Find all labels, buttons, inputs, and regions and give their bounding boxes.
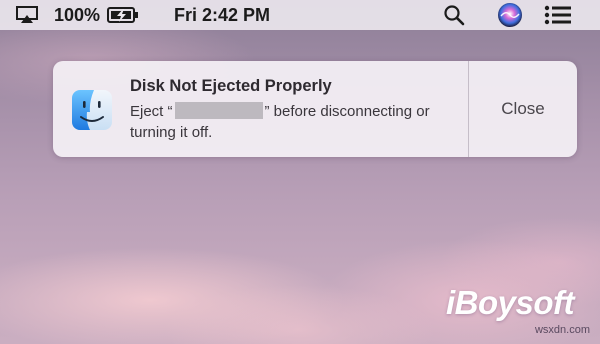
spotlight-search-icon[interactable] [441, 0, 467, 30]
finder-icon [70, 88, 114, 132]
siri-icon[interactable] [496, 0, 524, 30]
battery-charging-icon[interactable] [106, 0, 140, 30]
menu-bar: 100% Fri 2:42 PM [0, 0, 600, 30]
menu-bar-clock[interactable]: Fri 2:42 PM [174, 5, 270, 26]
brand-watermark: iBoysoft [446, 284, 575, 321]
redacted-disk-name [174, 102, 263, 119]
airplay-icon[interactable] [14, 0, 40, 30]
notification-message: Eject “” before disconnecting or turning… [130, 101, 460, 143]
battery-percent[interactable]: 100% [54, 5, 100, 26]
close-button[interactable]: Close [469, 61, 577, 157]
site-watermark: wsxdn.com [534, 324, 590, 336]
disk-not-ejected-notification[interactable]: Disk Not Ejected Properly Eject “” befor… [53, 61, 577, 157]
message-prefix: Eject “ [130, 103, 173, 120]
notification-center-icon[interactable] [543, 0, 573, 30]
notification-title: Disk Not Ejected Properly [130, 77, 332, 95]
